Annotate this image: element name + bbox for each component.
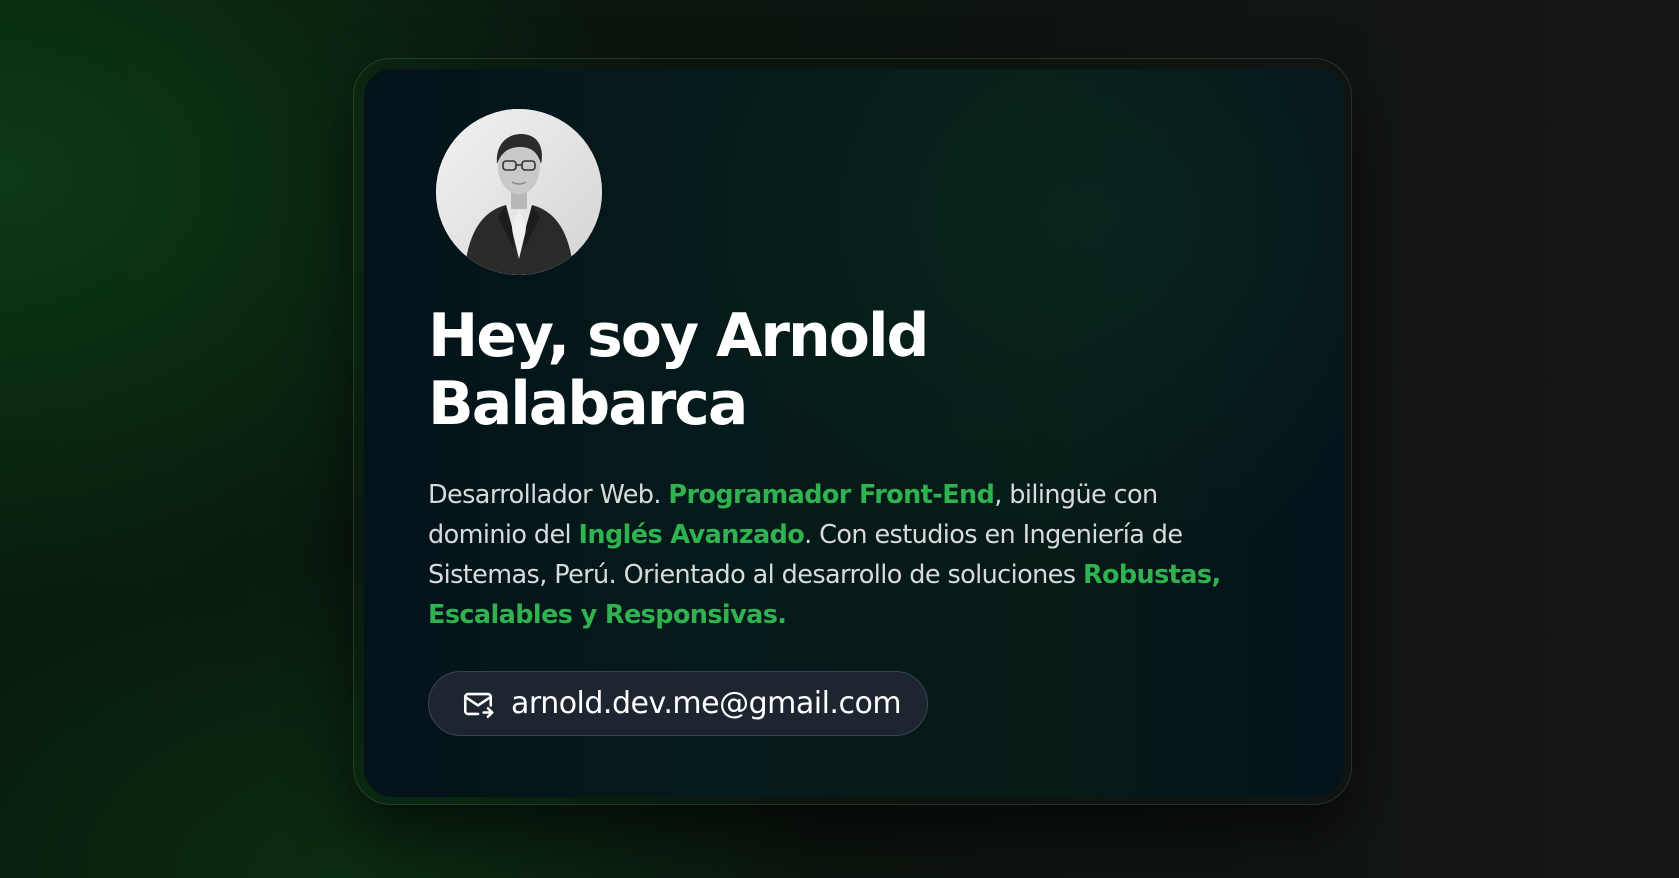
- avatar-photo: [436, 109, 602, 275]
- title-line-1: Hey, soy Arnold: [428, 301, 929, 371]
- email-button[interactable]: arnold.dev.me@gmail.com: [428, 671, 928, 736]
- bio-highlight-english: Inglés Avanzado: [578, 520, 805, 550]
- page-title: Hey, soy Arnold Balabarca: [428, 302, 1048, 438]
- email-address: arnold.dev.me@gmail.com: [511, 686, 902, 721]
- bio-description: Desarrollador Web. Programador Front-End…: [428, 475, 1248, 635]
- title-line-2: Balabarca: [428, 369, 748, 439]
- bio-text-1: Desarrollador Web.: [428, 480, 669, 510]
- mail-icon: [461, 687, 495, 721]
- avatar: [436, 109, 602, 275]
- bio-highlight-frontend: Programador Front-End: [668, 480, 995, 510]
